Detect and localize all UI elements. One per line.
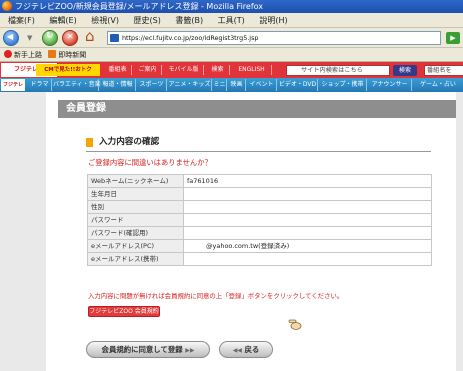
bookmarks-toolbar: 新手上路 即時新聞 [0, 48, 463, 62]
genre-anime-kids[interactable]: アニメ・キッズ [168, 79, 212, 91]
double-chevron-right-icon: ▶▶ [185, 347, 195, 354]
double-chevron-left-icon: ◀◀ [232, 347, 242, 354]
back-page-button[interactable]: ◀◀ 戻る [219, 341, 273, 358]
topnav-search[interactable]: 検索 [206, 65, 230, 75]
bookmark-news-icon [48, 50, 57, 58]
field-label-email-mobile: eメールアドレス(携帯) [87, 252, 184, 266]
field-label-birthdate: 生年月日 [87, 187, 184, 201]
left-margin [0, 92, 46, 371]
menu-history[interactable]: 歷史(S) [134, 13, 161, 28]
genre-shop-mobile[interactable]: ショップ・携帯 [319, 79, 367, 91]
table-row: 生年月日 [87, 187, 432, 201]
back-button-label: 戻る [244, 345, 260, 354]
menu-help[interactable]: 說明(H) [259, 13, 287, 28]
menu-tools[interactable]: 工具(T) [218, 13, 245, 28]
agree-button-label: 会員規約に同意して登録 [101, 345, 183, 354]
genre-mini[interactable]: ミニ [213, 79, 227, 91]
section-marker-icon [86, 138, 93, 147]
pointing-hand-icon [288, 319, 302, 330]
navigation-toolbar: ▼ https://ecl.fujitv.co.jp/zoo/idRegist3… [0, 27, 463, 48]
genre-video-dvd[interactable]: ビデオ・DVD [278, 79, 318, 91]
genre-announcer[interactable]: アナウンサー [368, 79, 412, 91]
genre-movie[interactable]: 映画 [228, 79, 246, 91]
page-title: 会員登録 [66, 103, 106, 114]
menu-bar: 檔案(F) 編輯(E) 檢視(V) 歷史(S) 書籤(B) 工具(T) 說明(H… [0, 13, 463, 28]
go-button[interactable]: ▶ [446, 32, 460, 44]
genre-event[interactable]: イベント [247, 79, 277, 91]
back-button[interactable] [3, 30, 19, 46]
genre-game-fortune[interactable]: ゲーム・占い [413, 79, 463, 91]
genre-drama[interactable]: ドラマ [28, 79, 52, 91]
stop-button[interactable] [62, 30, 78, 46]
reload-button[interactable] [42, 30, 58, 46]
member-terms-button[interactable]: フジテレビZOO 会員規約 [88, 306, 160, 317]
section-title: 入力内容の確認 [99, 137, 160, 147]
site-search-button[interactable]: 検索 [393, 65, 417, 76]
topnav-info[interactable]: ご案内 [134, 65, 162, 75]
genre-news-info[interactable]: 報道・情報 [100, 79, 136, 91]
address-bar[interactable]: https://ecl.fujitv.co.jp/zoo/idRegist3tr… [107, 31, 441, 45]
table-row: Webネーム(ニックネーム) fa761016 [87, 174, 432, 188]
field-value-birthdate [183, 187, 432, 201]
field-value-email-mobile [183, 252, 432, 266]
field-label-password: パスワード [87, 213, 184, 227]
table-row: eメールアドレス(携帯) [87, 252, 432, 266]
table-row: パスワード(確認用) [87, 226, 432, 240]
site-search-input[interactable]: サイト内検索はこちら [286, 65, 390, 76]
field-value-password-confirm [183, 226, 432, 240]
fujitv-small-logo[interactable]: フジテレビ [1, 79, 25, 100]
menu-view[interactable]: 檢視(V) [91, 13, 119, 28]
right-margin [456, 92, 463, 371]
window-title: フジテレビZOO/新規会員登録/メールアドレス登録 - Mozilla Fire… [15, 2, 264, 11]
menu-edit[interactable]: 編輯(E) [49, 13, 76, 28]
field-label-email-pc: eメールアドレス(PC) [87, 239, 184, 253]
field-label-gender: 性別 [87, 200, 184, 214]
menu-file[interactable]: 檔案(F) [8, 13, 35, 28]
site-favicon-icon [110, 34, 119, 42]
field-label-webname: Webネーム(ニックネーム) [87, 174, 184, 188]
menu-bookmarks[interactable]: 書籤(B) [175, 13, 203, 28]
field-value-password [183, 213, 432, 227]
field-value-email-pc: @yahoo.com.tw(登録済み) [183, 239, 432, 253]
section-divider [86, 151, 431, 152]
confirmation-table: Webネーム(ニックネーム) fa761016 生年月日 性別 パスワード パス… [87, 174, 432, 266]
address-url: https://ecl.fujitv.co.jp/zoo/idRegist3tr… [122, 34, 259, 42]
registration-banner: 会員登録 [58, 100, 456, 118]
firefox-icon [2, 1, 12, 11]
window-titlebar: フジテレビZOO/新規会員登録/メールアドレス登録 - Mozilla Fire… [0, 0, 463, 13]
program-search-input[interactable]: 番組名を [424, 65, 463, 76]
confirmation-question: ご登録内容に間違いはありませんか？ [88, 158, 212, 167]
site-header: フジテレビ CMで見た!!おトク 番組表 ご案内 モバイル版 検索 ENGLIS… [0, 62, 463, 78]
field-value-gender [183, 200, 432, 214]
agree-and-register-button[interactable]: 会員規約に同意して登録 ▶▶ [86, 341, 210, 358]
dropdown-arrow-icon[interactable]: ▼ [27, 34, 36, 43]
home-button[interactable] [84, 27, 102, 46]
topnav-mobile[interactable]: モバイル版 [164, 65, 204, 75]
genre-nav: フジテレビ ドラマ バラエティ・音楽 報道・情報 スポーツ アニメ・キッズ ミニ… [0, 78, 463, 100]
field-value-webname: fa761016 [183, 174, 432, 188]
genre-variety-music[interactable]: バラエティ・音楽 [53, 79, 101, 91]
table-row: パスワード [87, 213, 432, 227]
topnav-program-guide[interactable]: 番組表 [104, 65, 132, 75]
bookmark-getting-started[interactable]: 新手上路 [14, 51, 42, 59]
agreement-notice: 入力内容に問題が無ければ会員規約に同意の上「登録」ボタンをクリックしてください。 [88, 292, 344, 300]
table-row: eメールアドレス(PC) @yahoo.com.tw(登録済み) [87, 239, 432, 253]
genre-sports[interactable]: スポーツ [137, 79, 167, 91]
bookmark-latest-news[interactable]: 即時新聞 [58, 51, 86, 59]
topnav-english[interactable]: ENGLISH [232, 65, 272, 75]
sponsor-banner[interactable]: CMで見た!!おトク [36, 64, 100, 76]
field-label-password-confirm: パスワード(確認用) [87, 226, 184, 240]
table-row: 性別 [87, 200, 432, 214]
bookmark-getting-started-icon [4, 50, 12, 58]
